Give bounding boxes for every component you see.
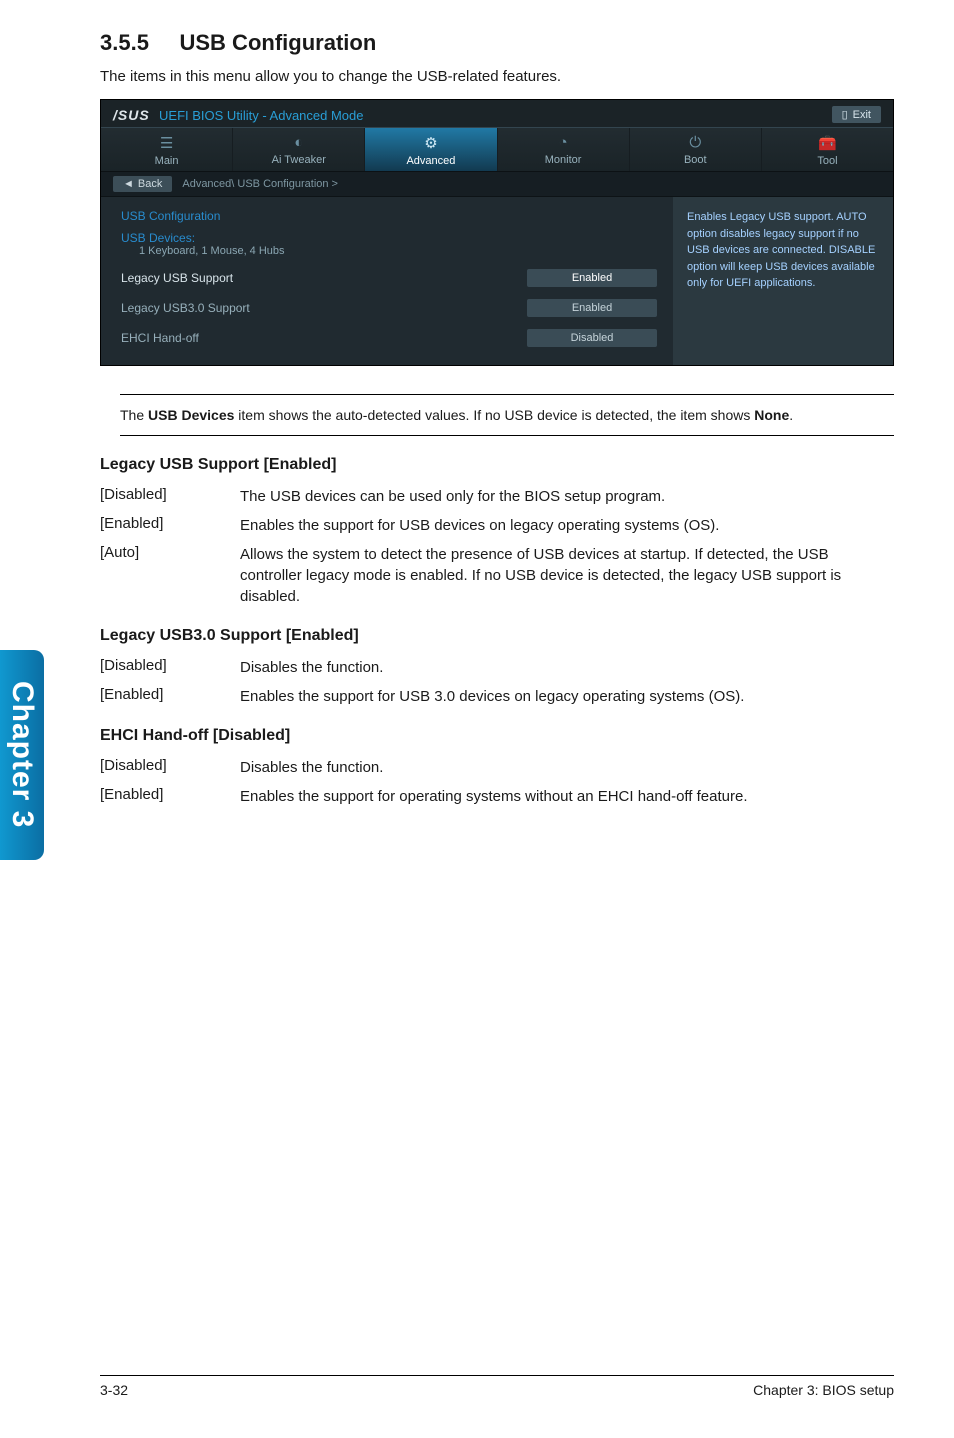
def-key: [Auto] [100,540,240,611]
tab-label: Ai Tweaker [272,154,326,166]
chapter-side-tab: Chapter 3 [0,650,44,860]
gauge-icon: ◔ [498,134,629,151]
asus-logo: /SUS [113,107,150,123]
list-icon: ☰ [101,134,232,152]
def-row: [Auto] Allows the system to detect the p… [100,540,894,611]
tab-label: Advanced [406,155,455,167]
breadcrumb-path: Advanced\ USB Configuration > [182,178,338,190]
def-desc: Enables the support for USB devices on l… [240,511,894,540]
def-row: [Enabled] Enables the support for operat… [100,782,894,811]
def-desc: The USB devices can be used only for the… [240,482,894,511]
note-text-part: . [789,407,793,423]
heading-legacy-usb30: Legacy USB3.0 Support [Enabled] [100,627,894,645]
row-label: EHCI Hand-off [121,331,199,345]
tab-label: Main [155,155,179,167]
tab-label: Boot [684,154,707,166]
footer-chapter: Chapter 3: BIOS setup [753,1382,894,1398]
row-ehci-hand-off[interactable]: EHCI Hand-off Disabled [121,329,657,347]
tab-label: Monitor [545,154,582,166]
palette-icon: ◐ [233,134,364,151]
note-bold-usb-devices: USB Devices [148,407,234,423]
section-number: 3.5.5 [100,30,149,55]
back-arrow-icon: ◄ [123,178,134,190]
heading-legacy-usb: Legacy USB Support [Enabled] [100,456,894,474]
chip-icon: ⚙ [365,134,496,152]
tab-tool[interactable]: 🧰 Tool [762,128,893,171]
usb-config-header: USB Configuration [121,209,657,223]
def-desc: Enables the support for USB 3.0 devices … [240,682,894,711]
bios-tabs: ☰ Main ◐ Ai Tweaker ⚙ Advanced ◔ Monitor… [101,127,893,172]
tab-advanced[interactable]: ⚙ Advanced [365,128,497,171]
bios-utility-title: UEFI BIOS Utility - Advanced Mode [159,108,363,123]
def-table-ehci: [Disabled] Disables the function. [Enabl… [100,753,894,811]
def-key: [Enabled] [100,682,240,711]
def-row: [Disabled] Disables the function. [100,653,894,682]
exit-icon: ▯ [842,108,848,121]
section-intro: The items in this menu allow you to chan… [100,68,894,85]
def-desc: Allows the system to detect the presence… [240,540,894,611]
page-content: 3.5.5 USB Configuration The items in thi… [100,30,894,811]
row-label: Legacy USB Support [121,271,233,285]
back-button[interactable]: ◄ Back [113,176,172,192]
row-value[interactable]: Enabled [527,299,657,317]
page-footer: 3-32 Chapter 3: BIOS setup [100,1375,894,1398]
power-icon: ⏻ [630,134,761,151]
bios-title: /SUS UEFI BIOS Utility - Advanced Mode [113,107,364,123]
def-key: [Enabled] [100,511,240,540]
tab-ai-tweaker[interactable]: ◐ Ai Tweaker [233,128,365,171]
row-value[interactable]: Disabled [527,329,657,347]
def-table-legacy-usb30: [Disabled] Disables the function. [Enabl… [100,653,894,711]
def-key: [Disabled] [100,753,240,782]
def-desc: Disables the function. [240,653,894,682]
heading-ehci: EHCI Hand-off [Disabled] [100,727,894,745]
tab-boot[interactable]: ⏻ Boot [630,128,762,171]
bios-body: USB Configuration USB Devices: 1 Keyboar… [101,197,893,365]
bios-help-panel: Enables Legacy USB support. AUTO option … [673,197,893,365]
def-table-legacy-usb: [Disabled] The USB devices can be used o… [100,482,894,611]
row-value[interactable]: Enabled [527,269,657,287]
bios-main-panel: USB Configuration USB Devices: 1 Keyboar… [101,197,673,365]
back-label: Back [138,178,162,190]
usb-devices-value: 1 Keyboard, 1 Mouse, 4 Hubs [139,245,657,257]
note-block: The USB Devices item shows the auto-dete… [100,394,894,436]
exit-label: Exit [853,109,871,121]
row-label: Legacy USB3.0 Support [121,301,250,315]
tab-label: Tool [817,155,837,167]
def-row: [Disabled] The USB devices can be used o… [100,482,894,511]
note-text-part: The [120,407,148,423]
section-title: USB Configuration [180,30,377,55]
usb-devices-label: USB Devices: [121,231,657,245]
note-text-part: item shows the auto-detected values. If … [234,407,754,423]
def-row: [Enabled] Enables the support for USB de… [100,511,894,540]
def-row: [Enabled] Enables the support for USB 3.… [100,682,894,711]
bios-screenshot: /SUS UEFI BIOS Utility - Advanced Mode ▯… [100,99,894,366]
bios-titlebar: /SUS UEFI BIOS Utility - Advanced Mode ▯… [101,100,893,127]
toolbox-icon: 🧰 [762,134,893,152]
def-row: [Disabled] Disables the function. [100,753,894,782]
footer-page-number: 3-32 [100,1382,128,1398]
exit-button[interactable]: ▯ Exit [832,106,881,123]
note-text: The USB Devices item shows the auto-dete… [120,394,894,436]
def-key: [Disabled] [100,482,240,511]
def-key: [Enabled] [100,782,240,811]
bios-breadcrumb: ◄ Back Advanced\ USB Configuration > [101,172,893,197]
row-legacy-usb-support[interactable]: Legacy USB Support Enabled [121,269,657,287]
def-desc: Enables the support for operating system… [240,782,894,811]
def-key: [Disabled] [100,653,240,682]
row-legacy-usb30-support[interactable]: Legacy USB3.0 Support Enabled [121,299,657,317]
tab-monitor[interactable]: ◔ Monitor [498,128,630,171]
tab-main[interactable]: ☰ Main [101,128,233,171]
note-bold-none: None [754,407,789,423]
def-desc: Disables the function. [240,753,894,782]
section-heading: 3.5.5 USB Configuration [100,30,894,56]
